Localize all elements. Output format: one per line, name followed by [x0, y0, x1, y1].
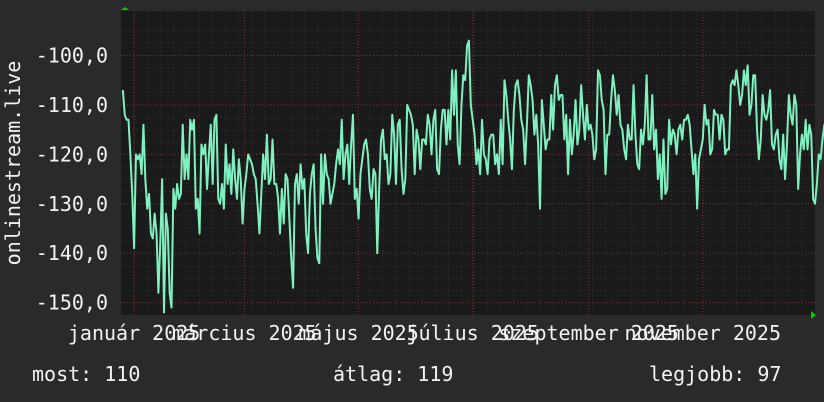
current-value-stat: most: 110	[32, 362, 141, 386]
y-tick-label: -120,0	[36, 142, 108, 166]
x-tick-label: május 2025	[298, 321, 418, 345]
best-value-stat: legjobb: 97	[649, 362, 782, 386]
y-tick-label: -100,0	[36, 43, 108, 67]
y-tick-label: -110,0	[36, 93, 108, 117]
y-tick-label: -150,0	[36, 291, 108, 315]
x-tick-label: november 2025	[624, 321, 781, 345]
y-tick-label: -130,0	[36, 192, 108, 216]
x-axis-tick-labels: január 2025március 2025május 2025július …	[68, 321, 781, 345]
x-tick-label: március 2025	[172, 321, 317, 345]
y-axis-label: onlinestream.live	[1, 61, 25, 266]
line-chart: -150,0 -140,0 -130,0 -120,0 -110,0 -100,0 jan…	[0, 0, 824, 402]
y-tick-label: -140,0	[36, 241, 108, 265]
average-value-stat: átlag: 119	[333, 362, 454, 386]
